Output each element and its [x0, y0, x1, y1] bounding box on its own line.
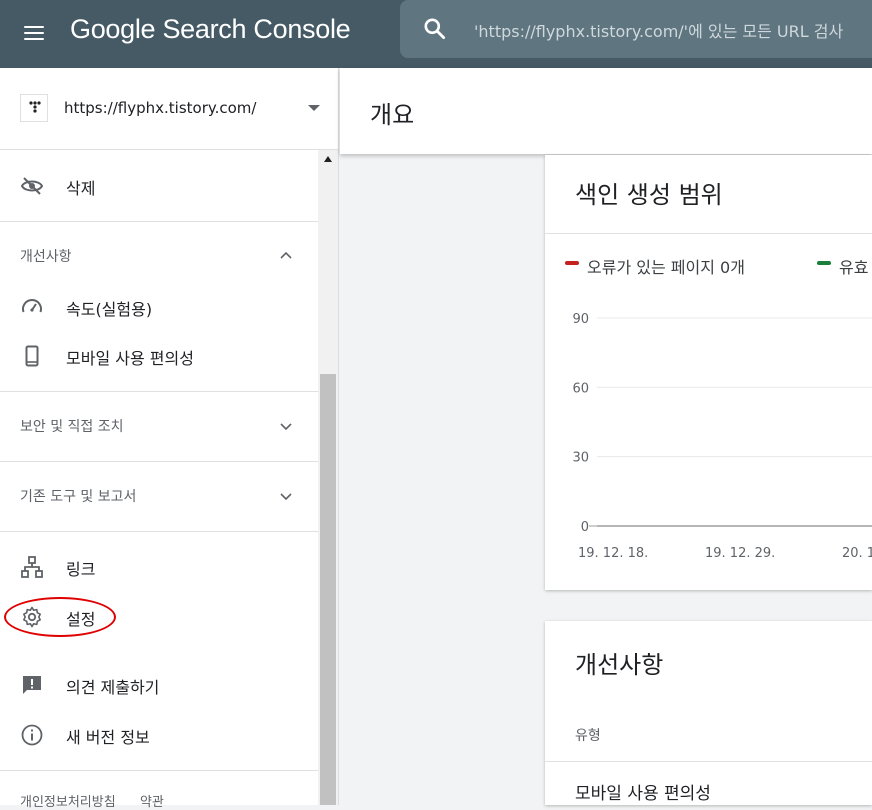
divider [545, 761, 872, 762]
legend-swatch [817, 261, 831, 265]
coverage-chart: 90 60 30 0 19. 12. 18. 19. 12. 29. 20. 1 [572, 312, 872, 561]
divider [545, 233, 872, 234]
sidebar-item-label: 새 버전 정보 [66, 728, 150, 747]
divider [0, 531, 318, 532]
table-row[interactable]: 모바일 사용 편의성 [575, 779, 711, 804]
section-legacy-tools[interactable]: 기존 도구 및 보고서 [0, 462, 318, 530]
property-selector[interactable]: https://flyphx.tistory.com/ [0, 68, 338, 150]
y-tick-label: 90 [572, 312, 589, 327]
eye-off-icon [20, 177, 44, 195]
section-title: 기존 도구 및 보고서 [20, 489, 137, 505]
scrollbar-thumb[interactable] [320, 374, 336, 805]
chevron-down-icon[interactable] [278, 488, 294, 504]
sidebar-item-label: 의견 제출하기 [66, 678, 160, 697]
sidebar-item-removals[interactable]: 삭제 [0, 166, 318, 206]
search-input[interactable] [472, 17, 872, 45]
sidebar-item-whats-new[interactable]: 새 버전 정보 [0, 715, 318, 755]
sidebar: https://flyphx.tistory.com/ 삭제 개선사항 속도(실… [0, 68, 339, 805]
footer-links: 개인정보처리방침 약관 [20, 791, 164, 810]
legend-label: 유효 [839, 258, 869, 277]
y-tick-label: 60 [572, 381, 589, 396]
legend-label: 오류가 있는 페이지 0개 [587, 258, 745, 277]
feedback-icon [23, 676, 41, 694]
sidebar-item-speed[interactable]: 속도(실험용) [0, 287, 318, 327]
terms-link[interactable]: 약관 [140, 795, 164, 810]
sidebar-item-settings[interactable]: 설정 [0, 597, 318, 637]
smartphone-icon [25, 345, 39, 367]
legend-swatch [565, 261, 579, 265]
section-security[interactable]: 보안 및 직접 조치 [0, 392, 318, 460]
section-title: 개선사항 [20, 249, 72, 265]
sidebar-item-label: 삭제 [66, 179, 96, 198]
card-title[interactable]: 색인 생성 범위 [575, 175, 723, 210]
section-enhancements[interactable]: 개선사항 [0, 222, 318, 290]
y-tick-label: 0 [581, 520, 589, 535]
top-app-bar: Google Search Console [0, 0, 872, 68]
divider [0, 770, 318, 771]
x-tick-label: 20. 1 [842, 546, 872, 561]
speedometer-icon [22, 299, 42, 313]
card-title: 개선사항 [575, 651, 664, 679]
scroll-up-arrow-icon[interactable] [324, 156, 332, 162]
privacy-link[interactable]: 개인정보처리방침 [20, 795, 116, 810]
page-title: 개요 [370, 101, 415, 129]
gear-icon [23, 606, 41, 628]
y-tick-label: 30 [572, 451, 589, 466]
sidebar-item-label: 설정 [66, 610, 96, 629]
section-title: 보안 및 직접 조치 [20, 419, 124, 435]
sidebar-item-mobile-usability[interactable]: 모바일 사용 편의성 [0, 336, 318, 376]
sidebar-item-feedback[interactable]: 의견 제출하기 [0, 665, 318, 705]
info-icon [21, 724, 43, 746]
x-tick-label: 19. 12. 29. [705, 546, 775, 561]
sidebar-item-label: 링크 [66, 560, 96, 579]
chevron-up-icon[interactable] [278, 248, 294, 264]
chevron-down-icon[interactable] [278, 418, 294, 434]
enhancements-card: 개선사항 유형 모바일 사용 편의성 [545, 621, 872, 805]
column-header-type: 유형 [575, 728, 601, 744]
menu-icon[interactable] [22, 22, 46, 46]
main-header: 개요 [340, 68, 872, 154]
sidebar-item-label: 모바일 사용 편의성 [66, 349, 194, 368]
sidebar-item-label: 속도(실험용) [66, 300, 153, 319]
x-tick-label: 19. 12. 18. [578, 546, 648, 561]
sitemap-icon [21, 556, 43, 578]
app-logo[interactable]: Google Search Console [70, 14, 351, 45]
search-icon[interactable] [422, 16, 448, 42]
dropdown-caret-icon[interactable] [308, 105, 320, 111]
property-url: https://flyphx.tistory.com/ [64, 99, 257, 117]
site-favicon-icon [20, 94, 48, 122]
coverage-card: 색인 생성 범위 오류가 있는 페이지 0개 유효 90 60 30 0 19. 12.… [545, 155, 872, 590]
sidebar-item-links[interactable]: 링크 [0, 547, 318, 587]
url-inspection-search[interactable] [400, 0, 872, 58]
sidebar-scrollbar[interactable] [318, 150, 338, 805]
